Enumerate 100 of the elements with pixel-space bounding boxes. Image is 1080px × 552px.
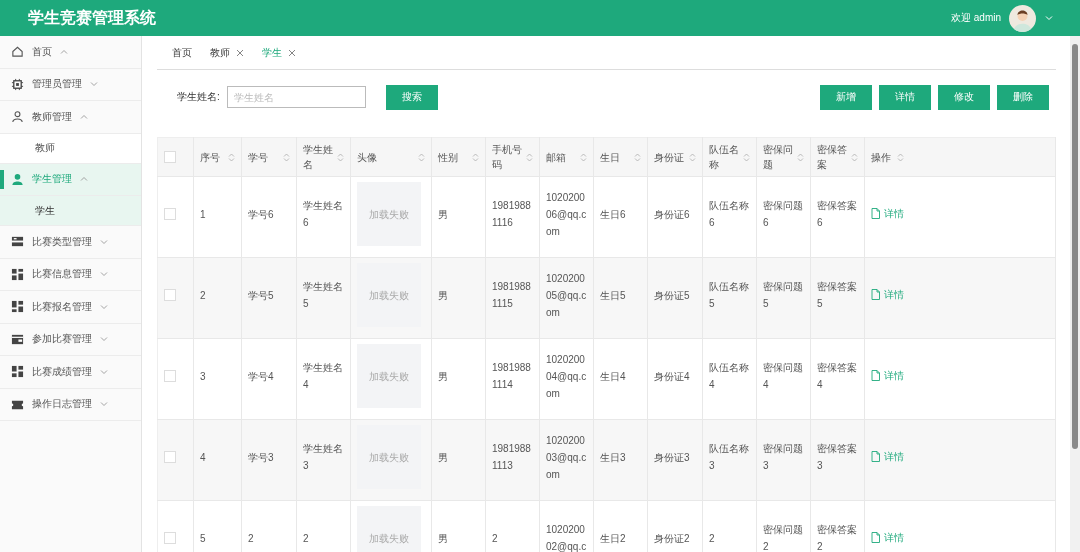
table-cell: 102020004@qq.com [546, 353, 587, 399]
close-icon[interactable] [288, 48, 296, 57]
table-cell: 生日3 [600, 451, 626, 463]
sort-icon[interactable] [797, 152, 804, 162]
table-cell: 102020006@qq.com [546, 191, 587, 237]
column-header: 序号 [200, 150, 220, 165]
sort-icon[interactable] [337, 152, 344, 162]
menu-icon [11, 365, 24, 379]
sidebar-item[interactable]: 管理员管理 [0, 68, 141, 101]
column-header: 手机号码 [492, 143, 523, 172]
caret-icon [100, 400, 108, 409]
table-cell: 队伍名称3 [709, 443, 749, 471]
table-cell: 生日6 [600, 208, 626, 220]
row-checkbox[interactable] [164, 532, 176, 544]
row-checkbox[interactable] [164, 208, 176, 220]
sidebar-item[interactable]: 比赛信息管理 [0, 258, 141, 291]
sort-icon[interactable] [897, 152, 904, 162]
table-cell: 学生姓名6 [303, 200, 343, 228]
avatar-icon[interactable] [1009, 4, 1036, 32]
broken-image: 加载失败 [357, 182, 421, 246]
row-checkbox[interactable] [164, 370, 176, 382]
menu-icon [11, 110, 24, 124]
table-cell: 学生姓名3 [303, 443, 343, 471]
name-search-field[interactable]: 学生姓名 [226, 86, 366, 108]
sort-icon[interactable] [283, 152, 290, 162]
submenu-item[interactable]: 教师 [0, 133, 141, 164]
menu-icon [11, 45, 24, 59]
table-cell: 密保答案2 [817, 524, 857, 552]
sidebar-item[interactable]: 操作日志管理 [0, 388, 141, 421]
menu-icon [11, 332, 24, 346]
table-cell: 密保答案6 [817, 200, 857, 228]
row-checkbox[interactable] [164, 451, 176, 463]
menu-icon [11, 300, 24, 314]
table-cell: 学生姓名4 [303, 362, 343, 390]
table-cell: 男 [438, 208, 448, 220]
page-tab[interactable]: 教师 [210, 45, 250, 60]
table-cell: 19819881116 [492, 200, 531, 228]
table-cell: 学号3 [248, 451, 274, 463]
table-cell: 密保答案5 [817, 281, 857, 309]
sort-icon[interactable] [743, 152, 750, 162]
table-cell: 19819881113 [492, 443, 531, 471]
sidebar-item[interactable]: 参加比赛管理 [0, 323, 141, 356]
broken-image: 加载失败 [357, 425, 421, 489]
dropdown-caret-icon[interactable] [1044, 13, 1054, 23]
sort-icon[interactable] [851, 152, 858, 162]
sort-icon[interactable] [228, 152, 235, 162]
scrollbar[interactable] [1070, 36, 1080, 552]
caret-icon [100, 335, 108, 344]
table-cell: 密保问题5 [763, 281, 803, 309]
table-cell: 男 [438, 451, 448, 463]
table-cell: 密保答案4 [817, 362, 857, 390]
caret-icon [90, 80, 98, 89]
app-title: 学生竞赛管理系统 [28, 7, 157, 28]
column-header: 队伍名称 [709, 143, 740, 172]
column-header: 操作 [871, 150, 891, 165]
select-all-checkbox[interactable] [164, 151, 176, 163]
table-cell: 队伍名称6 [709, 200, 749, 228]
table-cell: 19819881115 [492, 281, 531, 309]
sidebar-item[interactable]: 比赛类型管理 [0, 226, 141, 259]
sort-icon[interactable] [526, 152, 533, 162]
sort-icon[interactable] [580, 152, 587, 162]
table-cell: 密保问题2 [763, 524, 803, 552]
page-tab[interactable]: 首页 [172, 45, 198, 60]
table-cell: 学号6 [248, 208, 274, 220]
caret-icon [100, 270, 108, 279]
table-cell: 身份证3 [654, 451, 690, 463]
close-icon[interactable] [236, 48, 244, 57]
column-header: 头像 [357, 150, 377, 165]
document-icon [871, 531, 881, 543]
table-cell: 密保答案3 [817, 443, 857, 471]
sidebar-item[interactable]: 比赛成绩管理 [0, 356, 141, 389]
column-header: 学生姓名 [303, 143, 334, 172]
sidebar-item[interactable]: 比赛报名管理 [0, 291, 141, 324]
sort-icon[interactable] [689, 152, 696, 162]
table-cell: 2 [492, 532, 498, 544]
column-header: 学号 [248, 150, 268, 165]
sort-icon[interactable] [418, 152, 425, 162]
sort-icon[interactable] [634, 152, 641, 162]
table-cell: 3 [200, 370, 206, 382]
table-cell: 密保问题3 [763, 443, 803, 471]
welcome-text: 欢迎 admin [951, 11, 1001, 25]
caret-icon [60, 47, 68, 56]
table-cell: 生日5 [600, 289, 626, 301]
table-cell: 生日2 [600, 532, 626, 544]
menu-icon [11, 235, 24, 249]
sidebar-item[interactable]: 教师管理 [0, 101, 141, 134]
table-cell: 2 [303, 532, 309, 544]
table-cell: 男 [438, 532, 448, 544]
column-header: 生日 [600, 150, 620, 165]
column-header: 密保答案 [817, 143, 848, 172]
table-cell: 2 [248, 532, 254, 544]
table-cell: 1 [200, 208, 206, 220]
broken-image: 加载失败 [357, 263, 421, 327]
table-cell: 男 [438, 370, 448, 382]
sidebar-item[interactable]: 首页 [0, 36, 141, 69]
submenu-item[interactable]: 学生 [0, 196, 141, 226]
document-icon [871, 288, 881, 300]
row-checkbox[interactable] [164, 289, 176, 301]
sort-icon[interactable] [472, 152, 479, 162]
menu-icon [11, 267, 24, 281]
